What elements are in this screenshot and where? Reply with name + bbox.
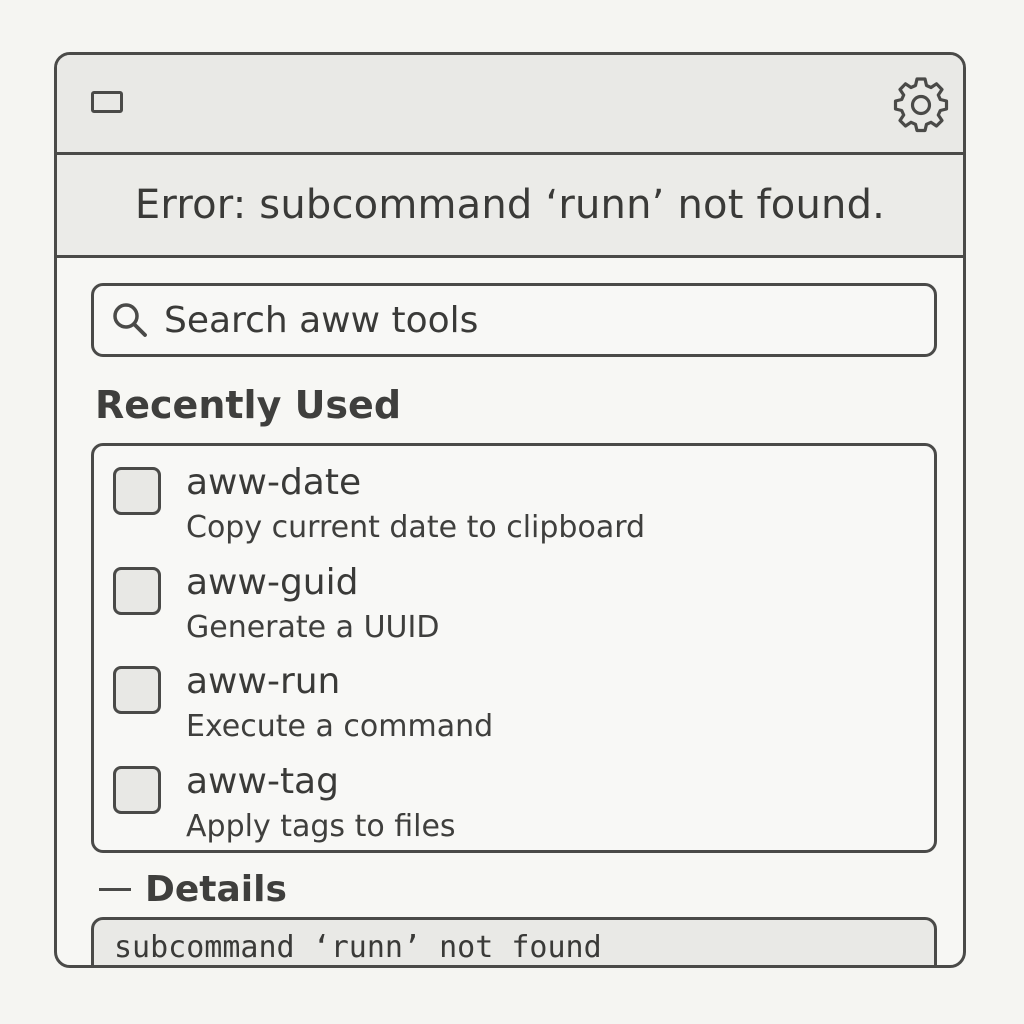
tool-name: aww-tag xyxy=(186,761,339,802)
recent-tools-list: aww-date Copy current date to clipboard … xyxy=(91,443,937,853)
app-window: Error: subcommand ‘runn’ not found. Rece… xyxy=(54,52,966,968)
error-message: Error: subcommand ‘runn’ not found. xyxy=(134,182,886,228)
title-bar xyxy=(57,55,963,155)
checkbox[interactable] xyxy=(113,567,161,615)
tool-description: Execute a command xyxy=(186,709,494,744)
tool-name: aww-run xyxy=(186,661,341,702)
tool-description: Apply tags to files xyxy=(186,809,456,844)
gear-icon[interactable] xyxy=(891,73,951,133)
search-box[interactable] xyxy=(91,283,937,357)
tool-description: Copy current date to clipboard xyxy=(186,510,646,545)
tool-name: aww-guid xyxy=(186,562,359,603)
recently-used-heading: Recently Used xyxy=(95,383,402,427)
checkbox[interactable] xyxy=(113,666,161,714)
details-panel: subcommand ‘runn’ not found xyxy=(91,917,937,965)
collapse-dash-icon xyxy=(99,888,131,891)
list-item-aww-date[interactable]: aww-date Copy current date to clipboard xyxy=(94,448,934,548)
list-item-aww-tag[interactable]: aww-tag Apply tags to files xyxy=(94,747,934,847)
tool-name: aww-date xyxy=(186,462,362,503)
checkbox[interactable] xyxy=(113,467,161,515)
error-banner: Error: subcommand ‘runn’ not found. xyxy=(57,155,963,258)
details-toggle[interactable]: Details xyxy=(99,869,287,910)
search-input[interactable] xyxy=(164,299,884,341)
details-text: subcommand ‘runn’ not found xyxy=(114,930,602,965)
list-item-aww-guid[interactable]: aww-guid Generate a UUID xyxy=(94,548,934,648)
checkbox[interactable] xyxy=(113,766,161,814)
list-item-aww-run[interactable]: aww-run Execute a command xyxy=(94,647,934,747)
search-icon xyxy=(113,303,147,337)
tool-description: Generate a UUID xyxy=(186,610,440,645)
window-icon xyxy=(91,91,123,113)
details-label: Details xyxy=(145,869,287,910)
